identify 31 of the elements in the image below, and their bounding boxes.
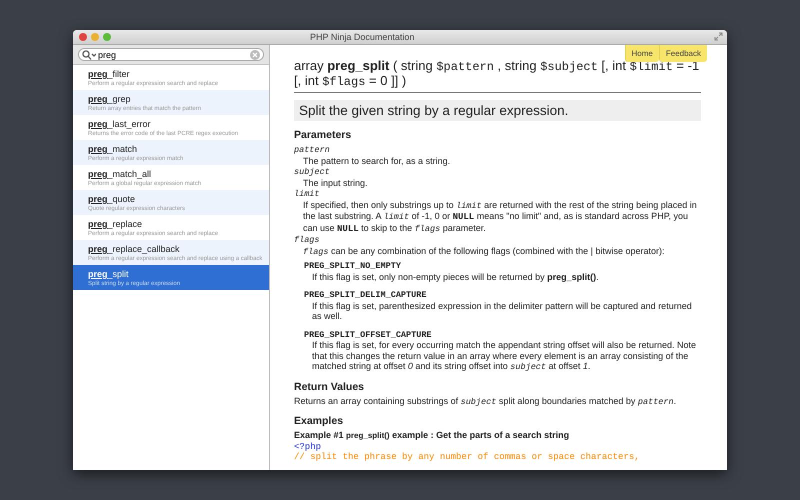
flag-name: PREG_SPLIT_DELIM_CAPTURE: [303, 289, 428, 300]
section-heading: Parameters: [294, 129, 352, 141]
code-comment: // split the phrase by any number of commas or space characters,: [294, 452, 641, 462]
parameter-name: limit: [294, 188, 321, 200]
function-summary: Split the given string by a regular expression.: [294, 100, 701, 121]
flag-description: If this flag is set, only non-empty pieces will be returned by preg_split().: [311, 272, 600, 282]
section-heading: Examples: [294, 415, 344, 427]
nav-button[interactable]: Feedback: [658, 45, 707, 62]
parameter-description: If specified, then only substrings up to limit are returned with the rest of the string being placed in the last substring. A limit of -1, 0 or NULL means "no limit" and, as is standard across PHP, you can use NULL to skip to the flags parameter.: [302, 200, 698, 234]
flag-description: If this flag is set, parenthesized expression in the delimiter pattern will be captured and returned as well.: [311, 300, 693, 322]
parameter-name: subject: [294, 166, 331, 178]
clear-icon[interactable]: [250, 50, 260, 60]
section-heading: Return Values: [294, 380, 366, 392]
parameter-name: pattern: [294, 144, 331, 156]
parameter-description: flags can be any combination of the following flags (combined with the | bitwise operator):: [302, 246, 666, 257]
nav-button[interactable]: Home: [624, 45, 659, 62]
minimize-button[interactable]: [91, 33, 99, 41]
flag-name: PREG_SPLIT_NO_EMPTY: [303, 260, 402, 272]
fullscreen-icon[interactable]: [714, 32, 723, 41]
close-button[interactable]: [79, 33, 87, 41]
example-title: Example #1 preg_split() example : Get the parts of a search string: [294, 430, 570, 442]
parameter-description: The pattern to search for, as a string.: [302, 156, 452, 166]
flag-name: PREG_SPLIT_OFFSET_CAPTURE: [303, 328, 433, 340]
window-title: PHP Ninja Documentation: [310, 32, 414, 42]
return-description: Returns an array containing substrings of subject split along boundaries matched by pattern.: [294, 396, 678, 407]
zoom-button[interactable]: [103, 33, 111, 41]
code-line: <?php: [294, 442, 322, 452]
flag-description: If this flag is set, for every occurring match the appendant string offset will also be returned. Note that this changes the return value in an array where every element is an array consisting of the matched string at offset 0 and its string offset into subject at offset 1.: [311, 340, 698, 372]
parameter-name: flags: [294, 234, 321, 246]
parameter-description: The input string.: [302, 178, 369, 188]
search-field[interactable]: preg: [78, 48, 264, 61]
